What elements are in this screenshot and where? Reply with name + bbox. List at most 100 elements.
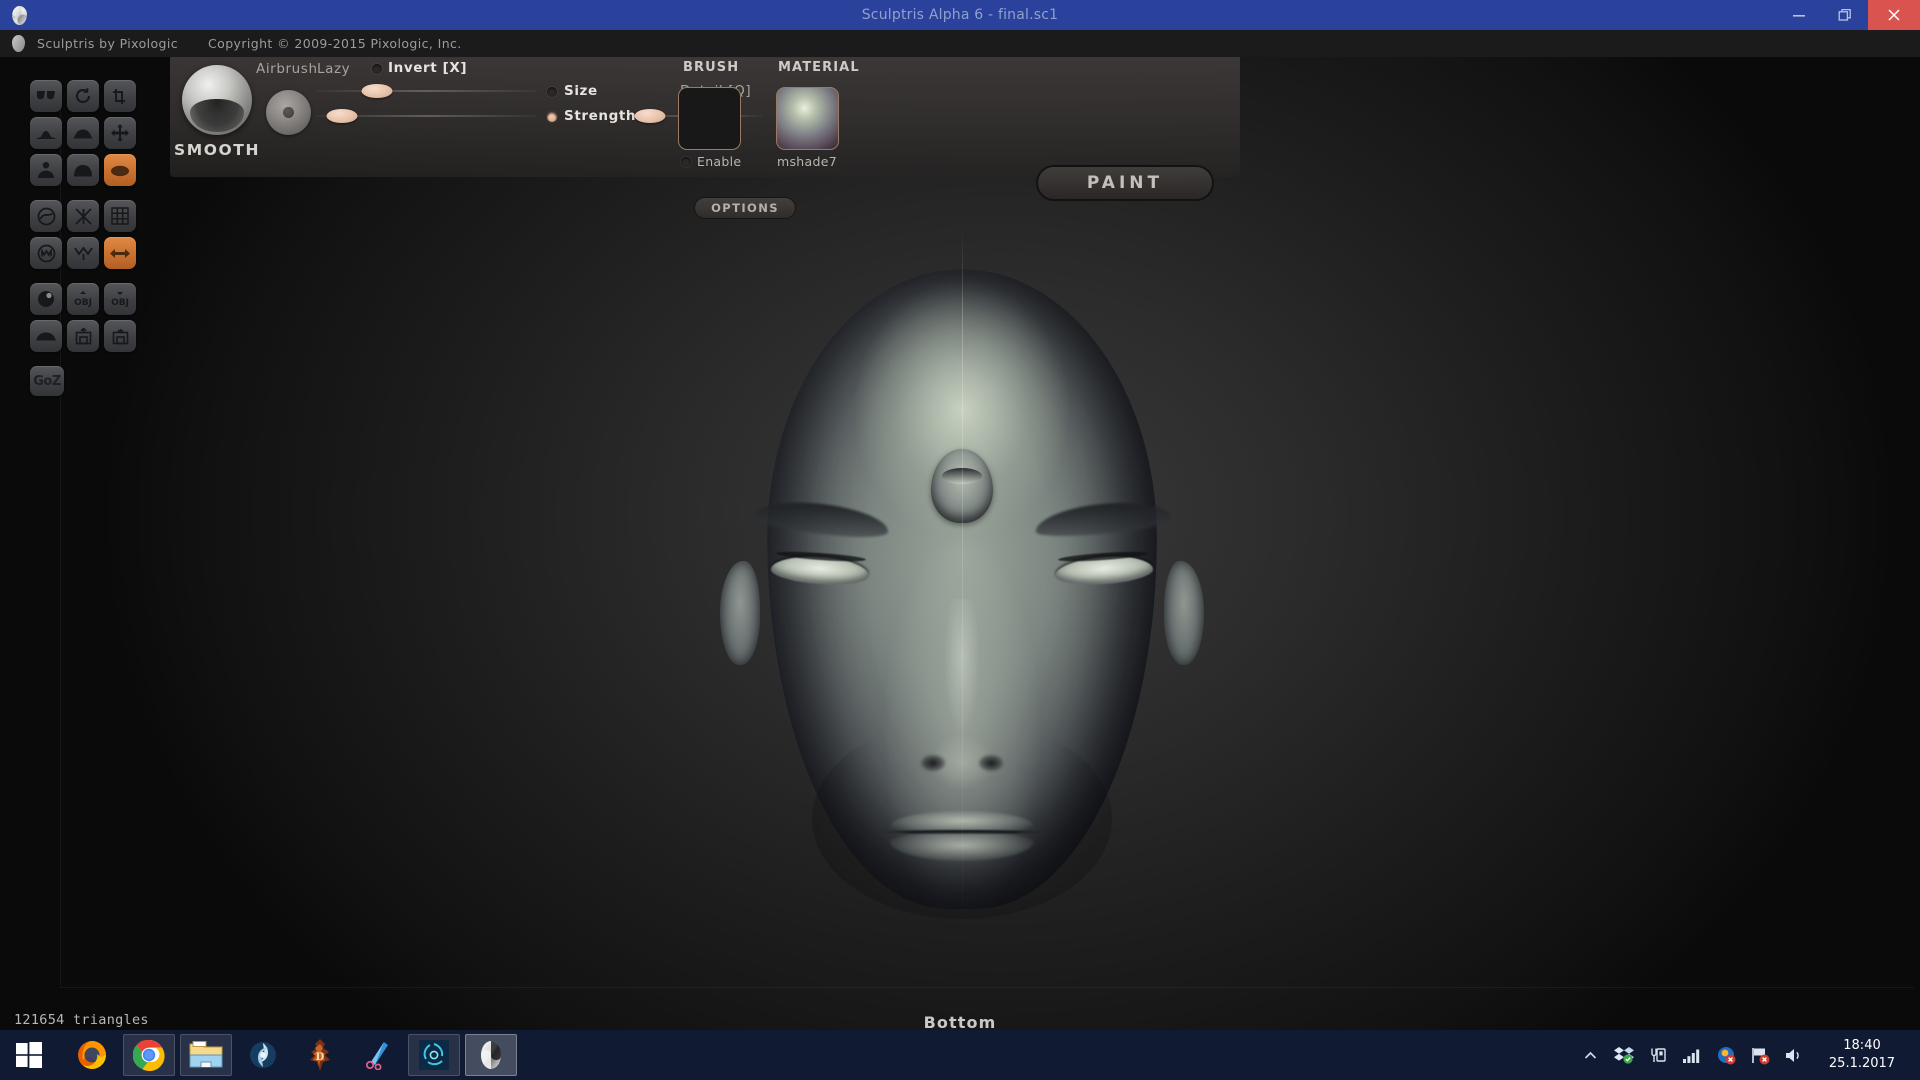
brush-panel-title: BRUSH [683, 60, 740, 75]
sculptris-small-logo-icon [12, 35, 25, 52]
tool-crease[interactable] [30, 80, 62, 112]
svg-text:D: D [316, 1052, 325, 1063]
battery-charging-icon[interactable] [1648, 1045, 1668, 1065]
system-tray: 18:40 25.1.2017 [1580, 1037, 1920, 1072]
tool-import-obj[interactable]: OBJ [67, 283, 99, 315]
invert-label[interactable]: Invert [X] [388, 60, 467, 76]
falloff-knob-icon[interactable] [266, 90, 311, 135]
strength-radio[interactable] [547, 112, 557, 122]
title-bar: Sculptris Alpha 6 - final.sc1 [0, 0, 1920, 30]
tool-wireframe[interactable] [104, 200, 136, 232]
svg-text:OBJ: OBJ [74, 298, 92, 307]
ear-right [1164, 561, 1204, 665]
tool-reduce-brush[interactable] [30, 200, 62, 232]
taskbar-snipping-tool[interactable] [351, 1034, 403, 1076]
airbrush-label[interactable]: Airbrush [256, 61, 318, 77]
svg-text:OBJ: OBJ [111, 298, 129, 307]
paint-button[interactable]: PAINT [1036, 165, 1214, 201]
tool-smooth[interactable] [104, 154, 136, 186]
symmetry-axis-line [962, 229, 963, 929]
taskbar-file-explorer[interactable] [180, 1034, 232, 1076]
tool-new-plane[interactable] [30, 320, 62, 352]
taskbar-teal-swirl[interactable] [408, 1034, 460, 1076]
taskbar-battlenet[interactable] [237, 1034, 289, 1076]
tool-symmetry[interactable] [104, 237, 136, 269]
sculptris-window: Sculptris Alpha 6 - final.sc1 Sculptris … [0, 0, 1920, 1080]
firefox-icon [78, 1041, 106, 1069]
tool-crop[interactable] [104, 80, 136, 112]
tool-mask-toggle[interactable] [30, 237, 62, 269]
tool-reduce-selected[interactable] [67, 237, 99, 269]
taskbar-sculptris[interactable] [465, 1034, 517, 1076]
copyright-label: Copyright © 2009-2015 Pixologic, Inc. [208, 36, 462, 51]
flag-error-icon[interactable] [1750, 1045, 1770, 1065]
snip-tool-icon [365, 1042, 388, 1070]
tool-group-modify [30, 200, 136, 269]
brush-enable-radio[interactable] [681, 157, 691, 167]
tool-export-obj[interactable]: OBJ [104, 283, 136, 315]
tool-group-sculpt [30, 80, 136, 186]
nostril-left [921, 755, 945, 771]
start-button[interactable] [0, 1030, 58, 1080]
goz-button[interactable]: GoZ [30, 366, 64, 396]
tool-rotate[interactable] [67, 80, 99, 112]
minimize-button[interactable] [1776, 0, 1822, 30]
strength-slider-thumb[interactable] [326, 109, 358, 123]
tool-flatten[interactable] [67, 154, 99, 186]
strength-label[interactable]: Strength [564, 108, 636, 124]
tool-pinch[interactable] [30, 154, 62, 186]
size-slider[interactable] [315, 84, 537, 98]
detail-slider-thumb[interactable] [634, 109, 666, 123]
battlenet-icon [250, 1042, 276, 1068]
window-controls [1776, 0, 1920, 30]
sculptris-logo-icon [481, 1041, 501, 1069]
size-slider-track [315, 90, 537, 92]
brush-enable-label[interactable]: Enable [697, 154, 741, 169]
taskbar-app-list: D [66, 1034, 517, 1076]
sculptris-logo-icon [4, 0, 34, 30]
close-button[interactable] [1868, 0, 1920, 30]
tool-inflate[interactable] [67, 117, 99, 149]
tool-save-file[interactable] [104, 320, 136, 352]
material-swatch[interactable] [776, 87, 839, 150]
invert-radio[interactable] [372, 64, 382, 74]
chrome-icon [133, 1039, 165, 1071]
size-label[interactable]: Size [564, 83, 598, 99]
head-sculpt-model[interactable] [720, 229, 1204, 929]
smooth-brush-preview-icon[interactable] [182, 65, 252, 135]
tool-palette: OBJ OBJ GoZ [30, 80, 136, 396]
tool-grab[interactable] [104, 117, 136, 149]
sync-error-icon[interactable] [1716, 1045, 1736, 1065]
options-button[interactable]: OPTIONS [694, 197, 796, 219]
chevron-up-icon[interactable] [1580, 1045, 1600, 1065]
app-name-label: Sculptris by Pixologic [37, 36, 179, 51]
diablo3-icon: D [310, 1039, 330, 1071]
clock-time: 18:40 [1843, 1038, 1881, 1054]
tool-group-file: OBJ OBJ [30, 283, 136, 352]
signal-bars-icon[interactable] [1682, 1045, 1702, 1065]
material-name-label: mshade7 [777, 154, 837, 169]
tool-new-sphere[interactable] [30, 283, 62, 315]
tool-draw[interactable] [30, 117, 62, 149]
taskbar-diablo3[interactable]: D [294, 1034, 346, 1076]
file-explorer-icon [189, 1041, 223, 1068]
lazy-label[interactable]: Lazy [317, 61, 350, 77]
taskbar-clock[interactable]: 18:40 25.1.2017 [1818, 1037, 1910, 1072]
window-title: Sculptris Alpha 6 - final.sc1 [861, 7, 1059, 23]
restore-button[interactable] [1822, 0, 1868, 30]
brush-toolbar: SMOOTH Airbrush Lazy Invert [X] Size Str… [170, 57, 1240, 219]
size-radio[interactable] [547, 87, 557, 97]
dropbox-icon[interactable] [1614, 1045, 1634, 1065]
tool-mask[interactable] [67, 200, 99, 232]
active-brush-label: SMOOTH [173, 141, 261, 159]
brush-swatch[interactable] [678, 87, 741, 150]
strength-slider[interactable] [315, 109, 537, 123]
speaker-icon[interactable] [1784, 1045, 1804, 1065]
material-panel-title: MATERIAL [778, 60, 860, 75]
app-info-bar: Sculptris by Pixologic Copyright © 2009-… [0, 30, 1920, 57]
taskbar-firefox[interactable] [66, 1034, 118, 1076]
3d-viewport[interactable]: 121654 triangles Bottom [0, 57, 1920, 1050]
size-slider-thumb[interactable] [361, 84, 393, 98]
tool-open-file[interactable] [67, 320, 99, 352]
taskbar-chrome[interactable] [123, 1034, 175, 1076]
